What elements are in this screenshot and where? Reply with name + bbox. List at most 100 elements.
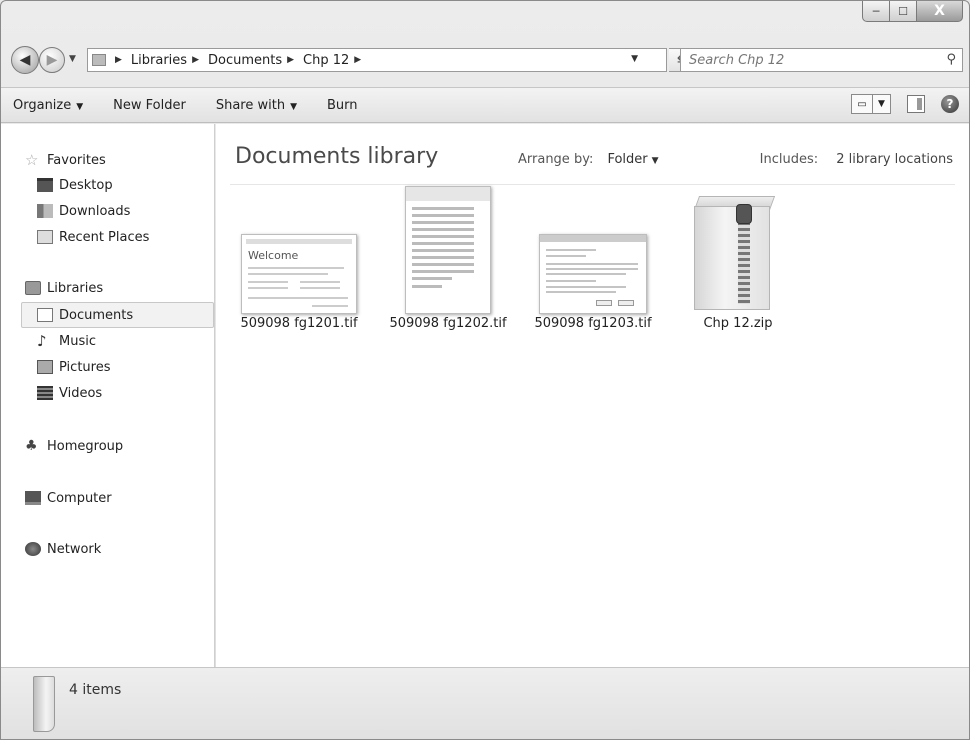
sidebar-item-label: Computer: [47, 490, 112, 506]
star-icon: ☆: [25, 151, 39, 169]
back-button[interactable]: ◀: [11, 46, 39, 74]
details-pane: 4 items: [1, 667, 969, 739]
share-with-button[interactable]: Share with ▼: [216, 98, 297, 113]
search-placeholder: Search Chp 12: [689, 52, 785, 68]
file-name: 509098 fg1201.tif: [240, 316, 358, 331]
sidebar-item-label: Music: [59, 333, 96, 349]
address-dropdown-icon[interactable]: ▼: [631, 54, 638, 64]
item-count: 4 items: [69, 682, 122, 698]
breadcrumb-documents[interactable]: Documents ▶: [208, 53, 299, 68]
caption-buttons: ─ ☐ X: [862, 1, 963, 22]
sidebar-item-homegroup[interactable]: ♣ Homegroup: [25, 436, 123, 456]
sidebar-item-label: Favorites: [47, 152, 106, 168]
organize-button[interactable]: Organize ▼: [13, 98, 83, 113]
computer-icon: [25, 491, 41, 505]
new-folder-button[interactable]: New Folder: [113, 98, 186, 113]
arrange-by: Arrange by: Folder ▼: [518, 152, 659, 167]
back-arrow-icon: ◀: [19, 52, 31, 68]
arrange-by-dropdown[interactable]: Folder ▼: [607, 152, 658, 167]
chevron-down-icon: ▼: [290, 101, 297, 112]
folder-icon: [92, 54, 106, 66]
file-thumbnail: [523, 196, 663, 336]
change-view-icon[interactable]: ▭: [851, 94, 873, 114]
network-icon: [25, 542, 41, 556]
view-options-dropdown[interactable]: ▼: [873, 94, 891, 114]
file-thumbnail: Welcome: [229, 196, 369, 336]
recent-pages-dropdown[interactable]: ▼: [69, 54, 76, 64]
sidebar-item-label: Videos: [59, 385, 103, 401]
sidebar-item-network[interactable]: Network: [25, 539, 101, 559]
view-controls: ▭ ▼ ?: [851, 94, 959, 114]
includes-label: Includes:: [759, 152, 819, 167]
file-list-pane: Documents library Arrange by: Folder ▼ In…: [216, 124, 969, 667]
burn-button[interactable]: Burn: [327, 98, 358, 113]
breadcrumb-libraries[interactable]: Libraries ▶: [131, 53, 204, 68]
sidebar-item-computer[interactable]: Computer: [25, 488, 112, 508]
breadcrumb-root-chevron[interactable]: ▶: [110, 55, 127, 65]
address-bar[interactable]: ▶ Libraries ▶ Documents ▶ Chp 12 ▶ ▼: [87, 48, 667, 72]
arrange-by-value: Folder: [607, 152, 648, 167]
navigation-bar: ◀ ▶ ▼ ▶ Libraries ▶ Documents ▶ Chp 12 ▶ ▼ …: [9, 45, 963, 75]
breadcrumb-label: Chp 12: [303, 52, 350, 68]
library-locations-link[interactable]: 2 library locations: [836, 152, 953, 167]
documents-icon: [37, 308, 53, 322]
page-title: Documents library: [235, 144, 439, 169]
file-name: 509098 fg1203.tif: [534, 316, 652, 331]
chevron-down-icon: ▼: [76, 101, 84, 112]
image-thumbnail: [405, 186, 491, 314]
image-thumbnail: Welcome: [241, 234, 357, 314]
chevron-down-icon: ▼: [651, 156, 659, 166]
libraries-icon: [25, 281, 41, 295]
sidebar-item-documents[interactable]: Documents: [37, 305, 133, 325]
preview-pane-icon[interactable]: [907, 95, 925, 113]
command-bar: Organize ▼ New Folder Share with ▼ Burn ▭ …: [1, 87, 969, 123]
sidebar-item-music[interactable]: ♪ Music: [37, 331, 96, 351]
sidebar-item-downloads[interactable]: Downloads: [37, 201, 130, 221]
image-thumbnail: [539, 234, 647, 314]
file-name: Chp 12.zip: [703, 316, 773, 331]
share-with-label: Share with: [215, 97, 286, 113]
music-icon: ♪: [37, 332, 47, 350]
navigation-pane: ☆ Favorites Desktop Downloads Recent Pla…: [1, 124, 215, 667]
library-includes: Includes: 2 library locations: [760, 152, 953, 167]
maximize-button[interactable]: ☐: [890, 1, 917, 22]
forward-arrow-icon: ▶: [46, 52, 58, 68]
minimize-button[interactable]: ─: [862, 1, 890, 22]
help-icon[interactable]: ?: [941, 95, 959, 113]
breadcrumb-label: Libraries: [130, 52, 188, 68]
downloads-icon: [37, 204, 53, 218]
library-icon: [33, 676, 55, 732]
sidebar-item-favorites[interactable]: ☆ Favorites: [25, 150, 106, 170]
file-name: 509098 fg1202.tif: [389, 316, 507, 331]
organize-label: Organize: [13, 97, 72, 113]
file-item[interactable]: Chp 12.zip: [668, 196, 808, 356]
close-button[interactable]: X: [917, 1, 963, 22]
file-thumbnail: [378, 186, 518, 336]
breadcrumb-label: Documents: [208, 52, 283, 68]
search-icon[interactable]: ⚲: [946, 52, 956, 67]
file-item[interactable]: Welcome 509098 fg1201.tif: [229, 196, 369, 356]
sidebar-item-label: Libraries: [47, 280, 104, 296]
sidebar-item-recent-places[interactable]: Recent Places: [37, 227, 149, 247]
file-item[interactable]: 509098 fg1203.tif: [523, 196, 663, 356]
desktop-icon: [37, 178, 53, 192]
sidebar-item-label: Homegroup: [47, 438, 124, 454]
sidebar-item-label: Downloads: [59, 203, 131, 219]
arrange-by-label: Arrange by:: [518, 152, 594, 167]
file-item[interactable]: 509098 fg1202.tif: [378, 186, 518, 356]
recent-places-icon: [37, 230, 53, 244]
breadcrumb-chp12[interactable]: Chp 12 ▶: [303, 53, 366, 68]
sidebar-item-desktop[interactable]: Desktop: [37, 175, 113, 195]
sidebar-item-label: Pictures: [59, 359, 111, 375]
sidebar-item-label: Documents: [59, 307, 134, 323]
videos-icon: [37, 386, 53, 400]
explorer-window: ─ ☐ X ◀ ▶ ▼ ▶ Libraries ▶ Documents ▶ Chp …: [0, 0, 970, 740]
sidebar-item-videos[interactable]: Videos: [37, 383, 102, 403]
sidebar-item-pictures[interactable]: Pictures: [37, 357, 110, 377]
forward-button[interactable]: ▶: [39, 47, 65, 73]
sidebar-item-label: Network: [47, 541, 102, 557]
divider: [230, 184, 955, 185]
sidebar-item-label: Desktop: [59, 177, 113, 193]
sidebar-item-libraries[interactable]: Libraries: [25, 278, 103, 298]
search-input[interactable]: Search Chp 12 ⚲: [680, 48, 963, 72]
